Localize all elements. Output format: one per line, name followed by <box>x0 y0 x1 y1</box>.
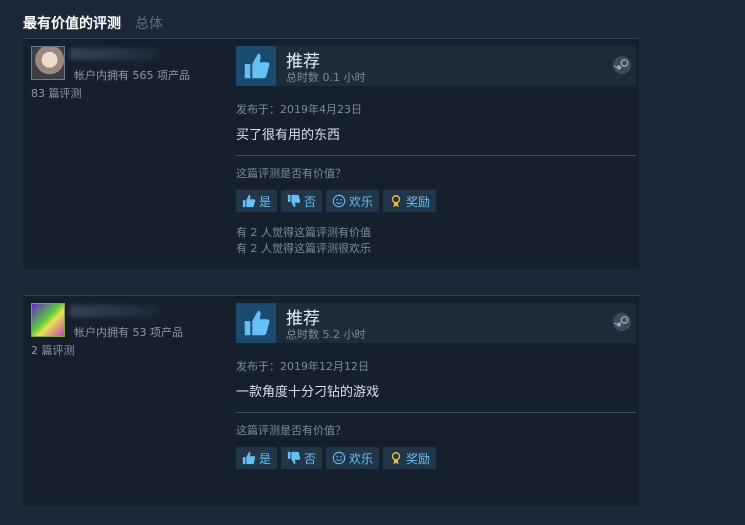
smile-icon <box>332 194 346 208</box>
steam-icon <box>613 313 631 331</box>
thumbs-up-icon <box>236 303 276 343</box>
smile-icon <box>332 451 346 465</box>
vote-yes-button[interactable]: 是 <box>236 190 278 212</box>
playtime: 总时数 0.1 小时 <box>286 71 366 84</box>
vote-header[interactable]: 推荐 总时数 0.1 小时 <box>236 46 636 86</box>
funny-count: 有 2 人觉得这篇评测很欢乐 <box>236 242 371 255</box>
vote-no-button[interactable]: 否 <box>281 190 323 212</box>
review-card: 帐户内拥有 565 项产品 83 篇评测 推荐 总时数 0.1 小时 发布于：2… <box>23 38 639 269</box>
products-owned[interactable]: 帐户内拥有 53 项产品 <box>74 324 183 340</box>
reviewer-info: 帐户内拥有 53 项产品 2 篇评测 <box>23 296 228 506</box>
thumbs-up-icon <box>242 451 256 465</box>
thumbs-up-icon <box>242 194 256 208</box>
no-label: 否 <box>304 451 317 466</box>
posted-date: 发布于：2019年4月23日 <box>236 103 362 116</box>
playtime: 总时数 5.2 小时 <box>286 328 366 341</box>
review-text: 买了很有用的东西 <box>236 128 341 143</box>
award-button[interactable]: 奖励 <box>383 190 437 212</box>
vote-buttons: 是 否 欢乐 奖励 <box>236 447 437 469</box>
avatar[interactable] <box>31 303 65 337</box>
vote-funny-button[interactable]: 欢乐 <box>326 447 380 469</box>
section-subtitle[interactable]: 总体 <box>135 13 163 33</box>
posted-date: 发布于：2019年12月12日 <box>236 360 369 373</box>
username-redacted <box>70 48 160 60</box>
yes-label: 是 <box>259 194 272 209</box>
vote-header[interactable]: 推荐 总时数 5.2 小时 <box>236 303 636 343</box>
helpful-count: 有 2 人觉得这篇评测有价值 <box>236 226 371 239</box>
divider <box>236 155 636 156</box>
thumbs-down-icon <box>287 451 301 465</box>
avatar[interactable] <box>31 46 65 80</box>
no-label: 否 <box>304 194 317 209</box>
review-card: 帐户内拥有 53 项产品 2 篇评测 推荐 总时数 5.2 小时 发布于：201… <box>23 295 639 506</box>
steam-icon <box>613 56 631 74</box>
review-body: 推荐 总时数 0.1 小时 发布于：2019年4月23日 买了很有用的东西 这篇… <box>236 39 639 269</box>
award-label: 奖励 <box>406 451 431 466</box>
thumbs-up-icon <box>236 46 276 86</box>
section-title: 最有价值的评测 <box>23 16 121 32</box>
award-label: 奖励 <box>406 194 431 209</box>
review-count[interactable]: 83 篇评测 <box>31 85 82 101</box>
vote-buttons: 是 否 欢乐 奖励 <box>236 190 437 212</box>
review-count[interactable]: 2 篇评测 <box>31 342 75 358</box>
reviewer-info: 帐户内拥有 565 项产品 83 篇评测 <box>23 39 228 269</box>
section-header: 最有价值的评测 总体 <box>23 13 163 33</box>
funny-label: 欢乐 <box>349 194 374 209</box>
review-text: 一款角度十分刁钻的游戏 <box>236 385 380 400</box>
products-owned[interactable]: 帐户内拥有 565 项产品 <box>74 67 190 83</box>
award-icon <box>391 195 401 208</box>
yes-label: 是 <box>259 451 272 466</box>
username-redacted <box>70 305 160 317</box>
vote-funny-button[interactable]: 欢乐 <box>326 190 380 212</box>
thumbs-down-icon <box>287 194 301 208</box>
helpful-question: 这篇评测是否有价值？ <box>236 424 346 437</box>
review-body: 推荐 总时数 5.2 小时 发布于：2019年12月12日 一款角度十分刁钻的游… <box>236 296 639 506</box>
helpful-question: 这篇评测是否有价值？ <box>236 167 346 180</box>
vote-no-button[interactable]: 否 <box>281 447 323 469</box>
award-button[interactable]: 奖励 <box>383 447 437 469</box>
funny-label: 欢乐 <box>349 451 374 466</box>
vote-yes-button[interactable]: 是 <box>236 447 278 469</box>
award-icon <box>391 452 401 465</box>
helpful-stats: 有 2 人觉得这篇评测有价值 有 2 人觉得这篇评测很欢乐 <box>236 225 371 257</box>
divider <box>236 412 636 413</box>
